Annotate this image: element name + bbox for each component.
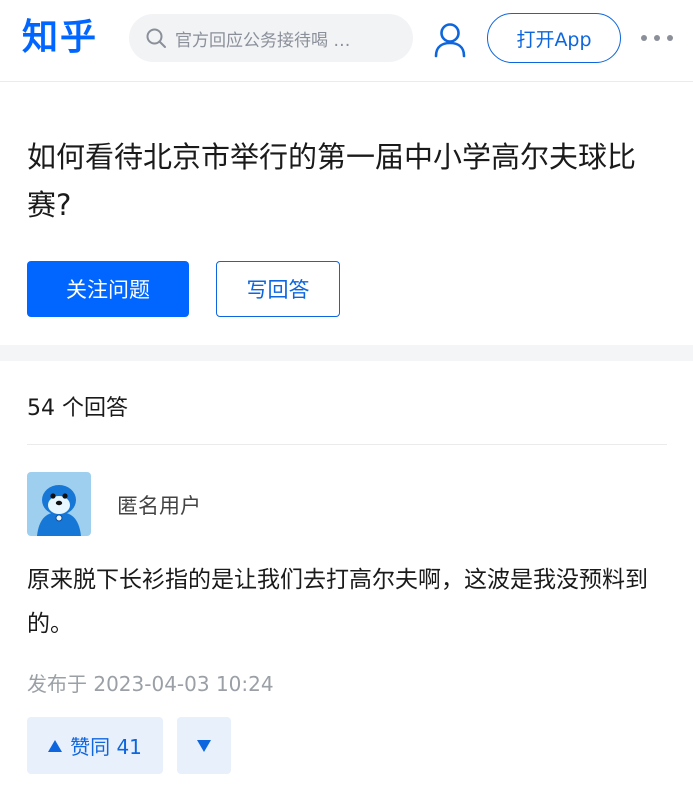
top-bar: 知乎 官方回应公务接待喝 … 打开App: [0, 0, 693, 82]
follow-question-button[interactable]: 关注问题: [27, 261, 189, 317]
answers-count: 54 个回答: [27, 396, 128, 421]
triangle-up-icon: [48, 739, 63, 752]
upvote-label: 赞同 41: [70, 735, 142, 759]
zhihu-logo[interactable]: 知乎: [22, 14, 98, 62]
open-app-button[interactable]: 打开App: [487, 13, 621, 63]
search-input[interactable]: 官方回应公务接待喝 …: [129, 14, 413, 62]
question-card: 如何看待北京市举行的第一届中小学高尔夫球比赛? 关注问题 写回答: [0, 83, 693, 345]
write-answer-button[interactable]: 写回答: [216, 261, 340, 317]
anonymous-avatar-icon[interactable]: [27, 472, 91, 536]
triangle-down-icon: [197, 739, 211, 752]
question-title[interactable]: 如何看待北京市举行的第一届中小学高尔夫球比赛?: [27, 133, 677, 229]
user-icon[interactable]: [433, 22, 467, 58]
upvote-button[interactable]: 赞同 41: [27, 717, 163, 774]
author-name[interactable]: 匿名用户: [117, 490, 201, 520]
more-dots-icon[interactable]: [640, 34, 674, 42]
divider: [27, 444, 667, 445]
answer-content[interactable]: 原来脱下长衫指的是让我们去打高尔夫啊，这波是我没预料到的。: [27, 558, 667, 646]
search-icon: [146, 28, 166, 48]
search-placeholder: 官方回应公务接待喝 …: [175, 30, 351, 51]
downvote-button[interactable]: [177, 717, 231, 774]
answer-publish-time: 发布于 2023-04-03 10:24: [27, 672, 274, 696]
section-divider: [0, 345, 693, 361]
